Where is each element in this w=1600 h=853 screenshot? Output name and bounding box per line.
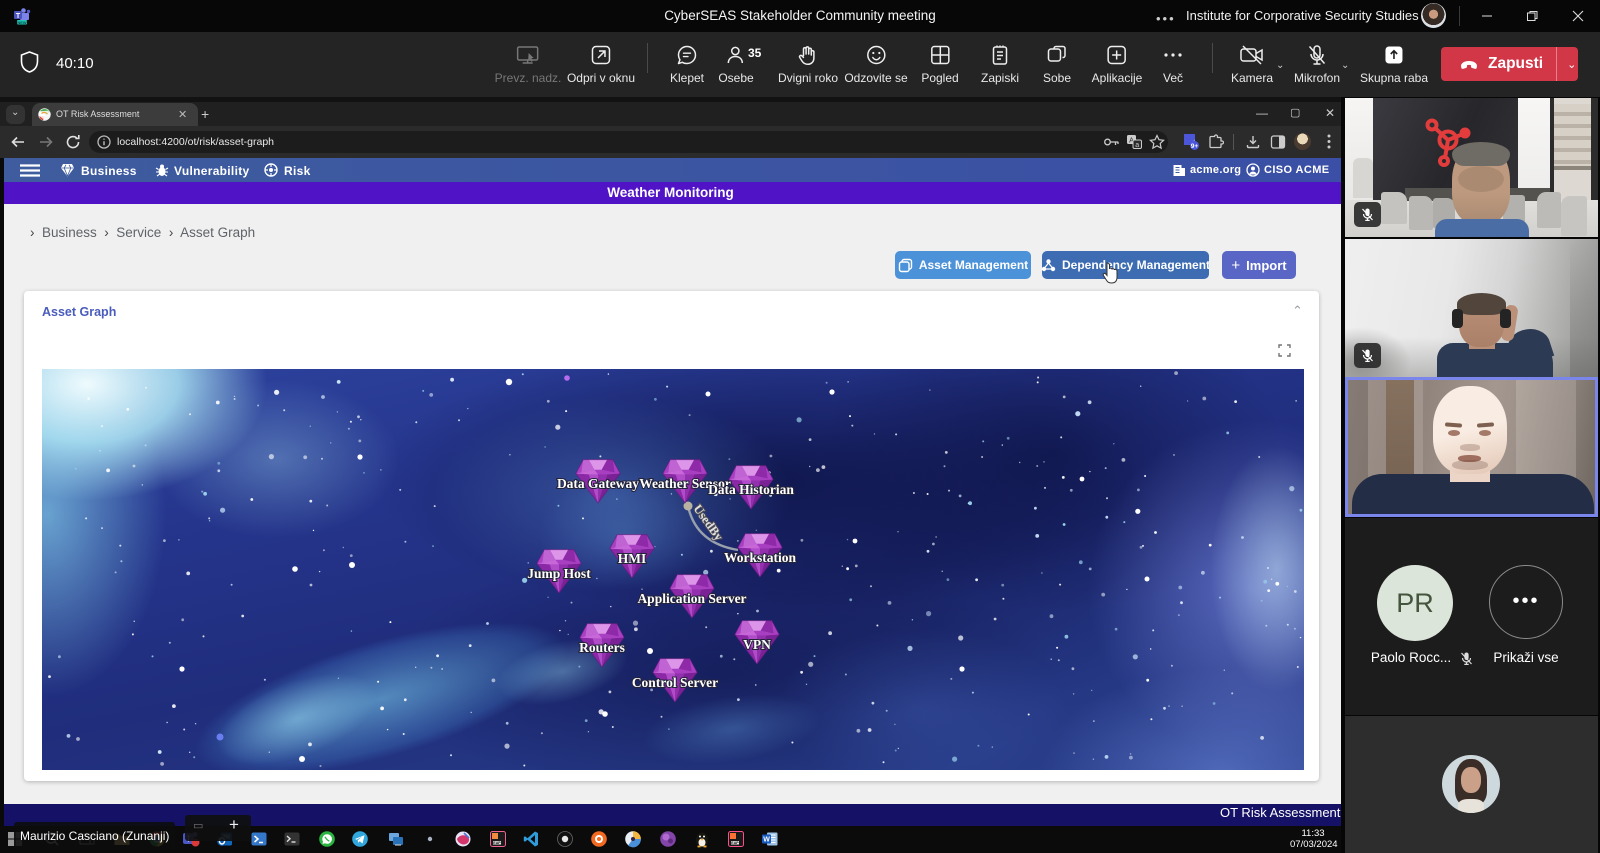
svg-text:EAP: EAP <box>731 841 739 845</box>
svg-text:EAP: EAP <box>493 841 501 845</box>
svg-text:Workstation: Workstation <box>724 550 797 565</box>
svg-text:W: W <box>763 837 770 844</box>
svg-text:Jump Host: Jump Host <box>527 566 591 581</box>
svg-text:Control Server: Control Server <box>632 675 718 690</box>
svg-text:HMI: HMI <box>618 551 647 566</box>
svg-text:VPN: VPN <box>743 637 771 652</box>
svg-text:9+: 9+ <box>1191 143 1199 150</box>
svg-text:Application Server: Application Server <box>637 591 746 606</box>
svg-text:Routers: Routers <box>579 640 625 655</box>
svg-text:Data Gateway: Data Gateway <box>557 476 639 491</box>
svg-text:Data Historian: Data Historian <box>708 482 794 497</box>
svg-text:a: a <box>1135 142 1139 149</box>
svg-text:NEW: NEW <box>17 20 27 25</box>
